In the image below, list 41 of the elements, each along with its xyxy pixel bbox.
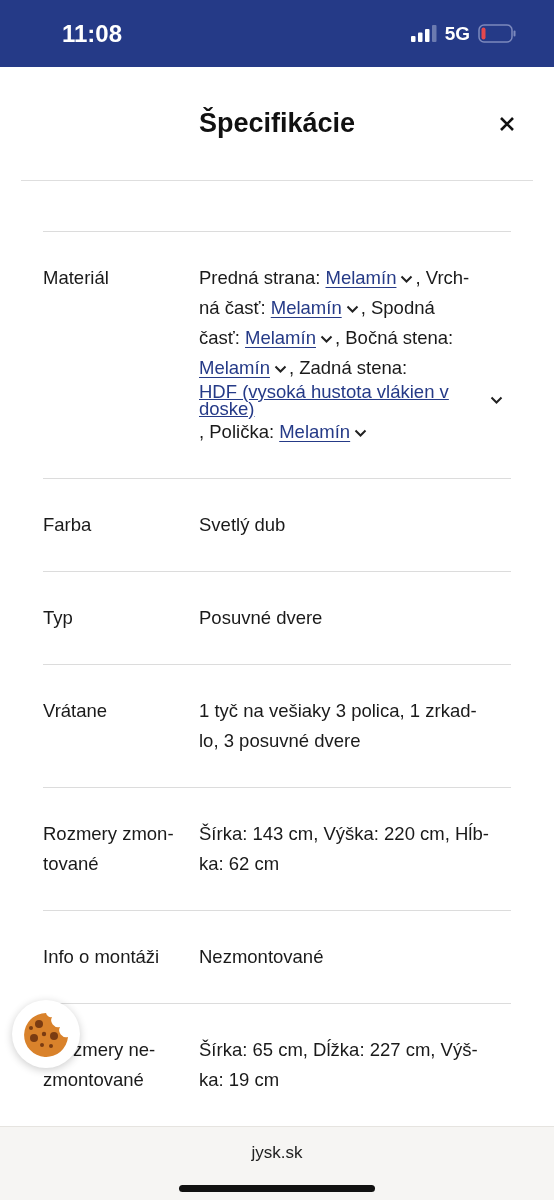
spec-value: 1 tyč na vešiaky 3 polica, 1 zrkad- lo, 3 posuvné dvere	[199, 699, 478, 753]
value-text: , Spodná	[360, 297, 435, 318]
value-text: , Polička:	[199, 421, 276, 442]
spec-label: Vrátane	[43, 699, 109, 723]
spec-value: Svetlý dub	[199, 513, 287, 537]
value-text: Predná strana:	[199, 267, 322, 288]
chevron-down-icon	[400, 274, 414, 284]
material-link[interactable]: Melamín	[270, 297, 342, 318]
cookie-icon	[22, 1011, 70, 1057]
signal-icon	[410, 25, 437, 42]
material-link[interactable]: Melamín	[279, 421, 351, 442]
spec-value: Posuvné dvere	[199, 606, 324, 630]
chevron-down-icon	[273, 364, 287, 374]
dialog-title: Špecifikácie	[198, 108, 356, 139]
material-link[interactable]: Melamín	[199, 357, 270, 378]
value-text: , Vrch-	[415, 267, 470, 288]
spec-label: Materiál	[43, 266, 110, 290]
network-label: 5G	[444, 22, 470, 45]
value-text: ná časť:	[199, 297, 267, 318]
chevron-down-icon	[354, 428, 368, 438]
spec-label: Info o montáži	[43, 945, 161, 969]
spec-label: Rozmery zmon- tované	[43, 822, 175, 876]
close-icon	[499, 115, 515, 132]
spec-value: Šírka: 143 cm, Výška: 220 cm, Hĺb- ka: 62 cm	[199, 822, 490, 876]
material-link[interactable]: Melamín	[325, 267, 397, 288]
spec-label: Typ	[43, 606, 74, 630]
chevron-down-icon	[319, 334, 333, 344]
status-time: 11:08	[62, 19, 124, 48]
url-label: jysk.sk	[251, 1143, 303, 1163]
chevron-down-icon	[490, 395, 503, 405]
chevron-down-icon	[345, 304, 359, 314]
value-text: , Bočná stena:	[334, 327, 454, 348]
spec-value: Nezmontované	[199, 945, 325, 969]
battery-icon	[478, 24, 516, 43]
spec-label: Farba	[43, 513, 93, 537]
spec-label: zmery ne- zmontované	[43, 1038, 157, 1092]
material-link[interactable]: HDF (vysoká hustota vlákien v doske)	[199, 383, 461, 417]
value-text: , Zadná stena:	[288, 357, 408, 378]
spec-value: Šírka: 65 cm, Dĺžka: 227 cm, Výš- ka: 19 cm	[199, 1038, 479, 1092]
value-text: časť:	[199, 327, 241, 348]
material-link[interactable]: Melamín	[245, 327, 316, 348]
